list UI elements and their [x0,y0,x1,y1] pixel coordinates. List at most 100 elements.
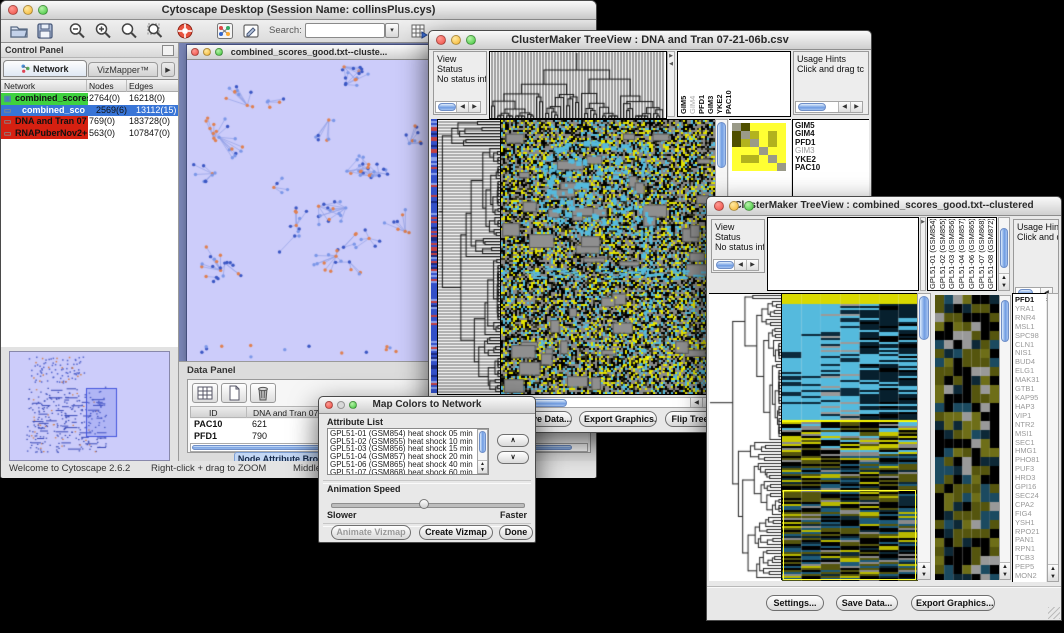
tab-vizmapper[interactable]: VizMapper™ [88,62,158,77]
column-label[interactable]: PFD1 [697,54,706,114]
network-document-icon[interactable]: ▭ [1,116,14,128]
column-label[interactable]: GPL51-02 (GSM855) [938,219,948,289]
matrix-cell[interactable] [741,123,750,131]
zoom-selected-icon[interactable] [143,21,167,41]
minimize-button[interactable] [729,201,739,211]
matrix-cell[interactable] [759,147,768,155]
minimize-button[interactable] [203,48,211,56]
move-attribute-down-button[interactable]: ∨ [497,451,529,464]
view-status-hscrollbar[interactable]: ◀▶ [713,259,759,271]
matrix-cell[interactable] [777,131,786,139]
network-edges-count[interactable]: 13112(15) [135,105,178,117]
network-edges-count[interactable]: 183728(0) [128,116,178,128]
tab-overflow-arrow[interactable]: ▶ [161,62,175,77]
matrix-cell[interactable] [759,139,768,147]
move-attribute-up-button[interactable]: ∧ [497,434,529,447]
zoom-fit-icon[interactable] [117,21,141,41]
attribute-item[interactable]: GPL51-07 (GSM868) heat shock 60 min [330,469,486,475]
zoom-button[interactable] [349,401,357,409]
column-label[interactable]: GIM4 [688,54,697,114]
zoom-in-icon[interactable] [91,21,115,41]
help-icon[interactable] [173,21,197,41]
heatmap-vscrollbar[interactable]: ▲▼ [917,293,931,580]
matrix-cell[interactable] [741,139,750,147]
matrix-cell[interactable] [732,139,741,147]
matrix-cell[interactable] [759,131,768,139]
zoom-heatmap-vscrollbar[interactable]: ▲▼ [999,295,1011,580]
done-button[interactable]: Done [499,525,533,540]
slider-thumb[interactable] [419,499,429,509]
network-row[interactable]: ▣combined_scores2764(0)16218(0) [1,93,178,105]
network-nodes-count[interactable]: 563(0) [88,128,128,140]
zoom-button[interactable] [466,35,476,45]
heatmap[interactable] [500,119,716,395]
matrix-cell[interactable] [750,155,759,163]
search-input[interactable] [305,23,385,38]
row-dendrogram[interactable] [437,119,501,395]
close-button[interactable] [8,5,18,15]
matrix-cell[interactable] [750,147,759,155]
matrix-cell[interactable] [777,163,786,171]
save-data-button[interactable]: Save Data... [836,595,898,611]
column-label[interactable]: GPL51-07 (GSM868) [977,219,987,289]
matrix-cell[interactable] [768,131,777,139]
attribute-list-vscrollbar[interactable]: ▲▼ [477,429,488,474]
minimize-button[interactable] [451,35,461,45]
search-dropdown-button[interactable]: ▾ [385,23,399,38]
animate-vizmap-button[interactable]: Animate Vizmap [331,525,411,540]
network-name[interactable]: combined_sco [14,105,95,117]
main-title-bar[interactable]: Cytoscape Desktop (Session Name: collins… [1,1,596,20]
view-status-hscrollbar[interactable]: ◀▶ [435,101,481,113]
tab-network[interactable]: Network [3,60,87,77]
row-dendrogram[interactable] [709,293,781,581]
matrix-cell[interactable] [759,163,768,171]
zoom-button[interactable] [215,48,223,56]
network-name[interactable]: combined_scores [14,93,88,105]
matrix-cell[interactable] [768,139,777,147]
matrix-cell[interactable] [759,155,768,163]
attribute-listbox[interactable]: GPL51-01 (GSM854) heat shock 05 minGPL51… [327,428,489,475]
network-document-icon[interactable]: ▭ [1,128,14,140]
column-label[interactable]: GPL51-01 (GSM854) [928,219,938,289]
minimize-button[interactable] [23,5,33,15]
matrix-cell[interactable] [768,147,777,155]
birds-eye-view[interactable] [9,351,170,461]
settings-button[interactable]: Settings... [766,595,824,611]
attribute-select-icon[interactable] [192,383,218,403]
close-button[interactable] [436,35,446,45]
matrix-cell[interactable] [741,163,750,171]
column-label[interactable]: YKE2 [715,54,724,114]
animation-speed-slider[interactable] [331,499,525,509]
matrix-cell[interactable] [777,139,786,147]
network-nodes-count[interactable]: 2569(6) [95,105,135,117]
close-button[interactable] [714,201,724,211]
matrix-cell[interactable] [732,163,741,171]
gene-list-vscrollbar[interactable]: ▲▼ [1047,293,1059,582]
matrix-cell[interactable] [777,147,786,155]
network-name[interactable]: RNAPuberNov2+ [14,128,88,140]
zoom-out-icon[interactable] [65,21,89,41]
usage-hints-hscrollbar[interactable]: ◀▶ [795,101,863,113]
column-label[interactable]: GIM5 [679,54,688,114]
treeview2-title-bar[interactable]: ClusterMaker TreeView : combined_scores_… [707,197,1061,216]
annotation-icon[interactable] [239,21,263,41]
column-dendrogram[interactable] [489,51,667,119]
matrix-cell[interactable] [732,123,741,131]
column-label[interactable]: GPL51-03 (GSM856) [947,219,957,289]
save-session-icon[interactable] [33,21,57,41]
float-panel-icon[interactable] [162,45,174,56]
matrix-cell[interactable] [750,131,759,139]
matrix-cell[interactable] [750,123,759,131]
matrix-cell[interactable] [741,131,750,139]
network-name[interactable]: DNA and Tran 07 [14,116,88,128]
delete-attribute-icon[interactable] [250,383,276,403]
close-button[interactable] [325,401,333,409]
matrix-cell[interactable] [732,155,741,163]
network-row[interactable]: ▭combined_sco2569(6)13112(15) [1,105,178,117]
zoom-button[interactable] [744,201,754,211]
matrix-cell[interactable] [777,123,786,131]
column-label[interactable]: GPL51-08 (GSM872) [986,219,996,289]
matrix-cell[interactable] [768,123,777,131]
minimize-button[interactable] [337,401,345,409]
network-folder-icon[interactable]: ▣ [1,93,14,105]
